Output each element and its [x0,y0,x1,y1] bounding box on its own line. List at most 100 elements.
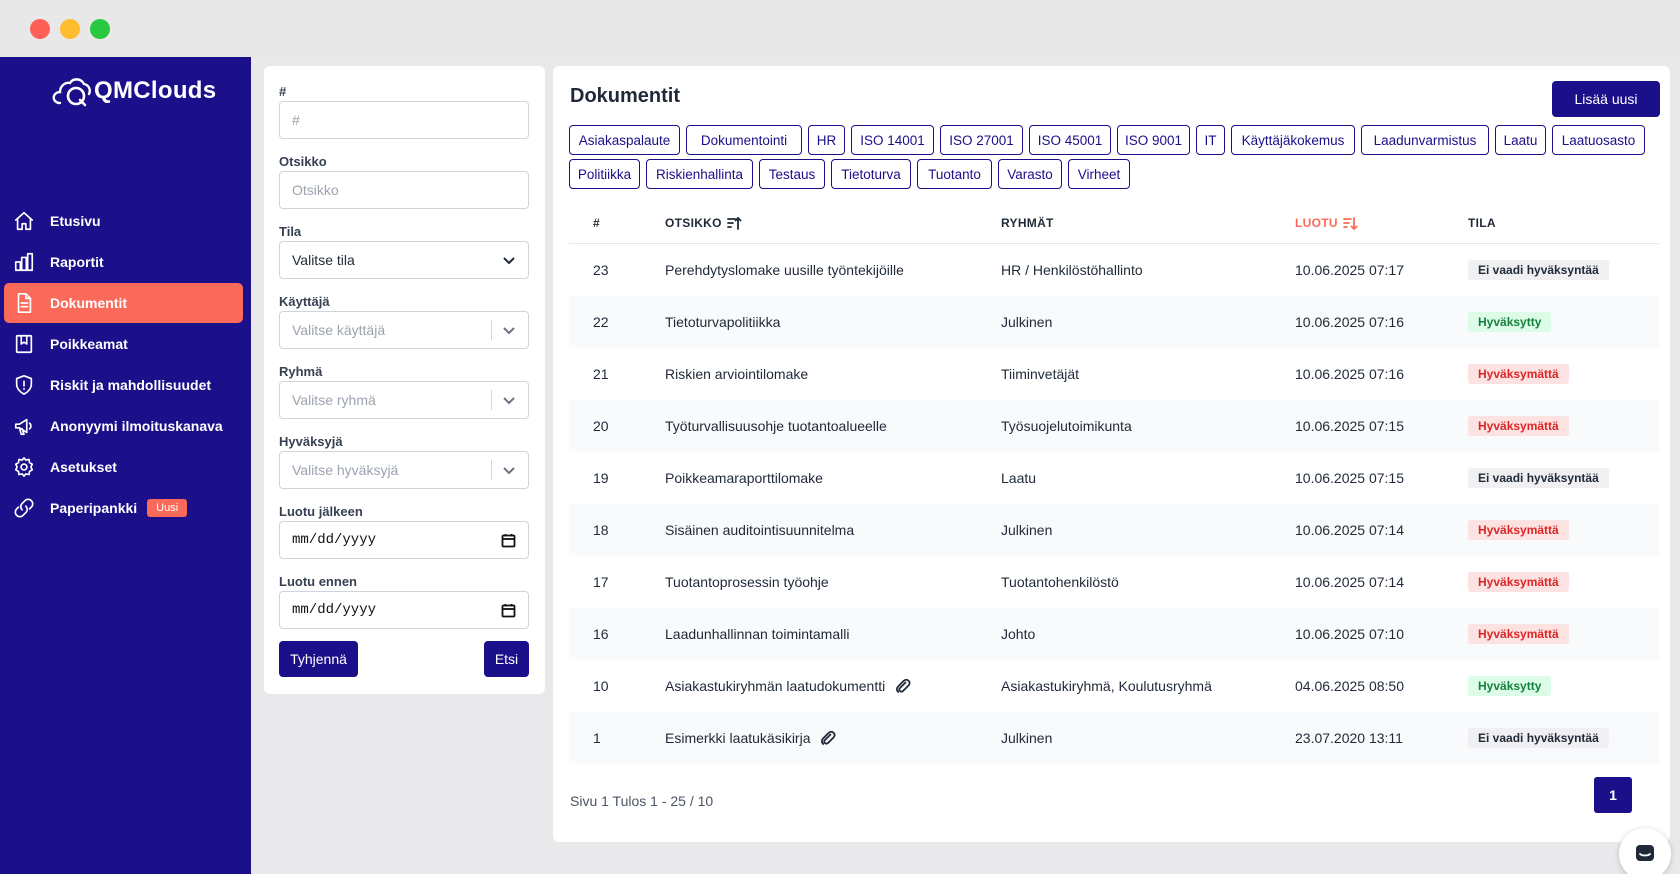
chevron-down-icon [503,257,515,265]
close-window-button[interactable] [30,19,50,39]
tag-chip[interactable]: Tietoturva [831,159,911,189]
chat-widget-button[interactable] [1619,828,1671,874]
cell-created: 10.06.2025 07:10 [1295,626,1404,642]
column-header-title[interactable]: OTSIKKO [665,203,742,243]
search-button[interactable]: Etsi [484,641,529,677]
tag-chip[interactable]: Varasto [998,159,1062,189]
add-new-button[interactable]: Lisää uusi [1552,81,1660,117]
sidebar-item-label: Paperipankki [50,500,138,516]
tag-chip[interactable]: Laadunvarmistus [1361,125,1489,155]
document-title-link[interactable]: Asiakastukiryhmän laatudokumentti [665,678,885,694]
minimize-window-button[interactable] [60,19,80,39]
sidebar-item-poikkeamat[interactable]: Poikkeamat [4,324,243,364]
document-title-link[interactable]: Esimerkki laatukäsikirja [665,730,810,746]
user-filter-select[interactable]: Valitse käyttäjä [279,311,529,349]
sidebar-item-raportit[interactable]: Raportit [4,242,243,282]
tag-chip[interactable]: ISO 9001 [1117,125,1190,155]
sidebar-item-asetukset[interactable]: Asetukset [4,447,243,487]
table-row[interactable]: 16 Laadunhallinnan toimintamalli Johto 10.0… [569,608,1659,660]
cell-title[interactable]: Sisäinen auditointisuunnitelma [665,504,854,556]
cell-title[interactable]: Asiakastukiryhmän laatudokumentti [665,660,911,712]
document-title-link[interactable]: Perehdytyslomake uusille työntekijöille [665,262,904,278]
cell-title[interactable]: Riskien arviointilomake [665,348,808,400]
document-title-link[interactable]: Tuotantoprosessin työohje [665,574,829,590]
approver-filter-select[interactable]: Valitse hyväksyjä [279,451,529,489]
created-before-value: mm/dd/yyyy [292,602,377,618]
column-header-groups[interactable]: RYHMÄT [1001,203,1054,243]
document-title-link[interactable]: Tietoturvapolitiikka [665,314,780,330]
cell-title[interactable]: Perehdytyslomake uusille työntekijöille [665,244,904,296]
calendar-icon[interactable] [501,603,516,618]
tag-chip[interactable]: Testaus [759,159,825,189]
title-filter-input[interactable] [279,171,529,209]
sidebar-item-etusivu[interactable]: Etusivu [4,201,243,241]
document-icon [12,291,36,315]
title-filter-label: Otsikko [279,154,327,169]
select-separator [491,460,492,480]
table-row[interactable]: 1 Esimerkki laatukäsikirja Julkinen 23.07.2… [569,712,1659,764]
status-badge: Hyväksymättä [1468,624,1569,644]
maximize-window-button[interactable] [90,19,110,39]
document-title-link[interactable]: Työturvallisuusohje tuotantoalueelle [665,418,887,434]
cell-title[interactable]: Työturvallisuusohje tuotantoalueelle [665,400,887,452]
sidebar-item-label: Riskit ja mahdollisuudet [50,377,212,393]
column-header-id[interactable]: # [593,203,600,243]
cell-id: 20 [593,418,609,434]
tag-chip[interactable]: Asiakaspalaute [569,125,680,155]
document-title-link[interactable]: Poikkeamaraporttilomake [665,470,823,486]
cell-title[interactable]: Tietoturvapolitiikka [665,296,780,348]
status-badge: Ei vaadi hyväksyntää [1468,728,1609,748]
tag-chip[interactable]: Riskienhallinta [646,159,753,189]
column-header-created[interactable]: LUOTU [1295,203,1358,243]
tag-chip[interactable]: ISO 45001 [1029,125,1111,155]
new-badge: Uusi [147,499,188,517]
table-row[interactable]: 18 Sisäinen auditointisuunnitelma Julkinen… [569,504,1659,556]
sidebar-item-paperipankki[interactable]: Paperipankki Uusi [4,488,243,528]
document-title-link[interactable]: Sisäinen auditointisuunnitelma [665,522,854,538]
table-row[interactable]: 21 Riskien arviointilomake Tiiminvetäjät 10… [569,348,1659,400]
id-filter-input[interactable] [279,101,529,139]
table-row[interactable]: 22 Tietoturvapolitiikka Julkinen 10.06.2025… [569,296,1659,348]
status-filter-label: Tila [279,224,302,239]
document-title-link[interactable]: Riskien arviointilomake [665,366,808,382]
clear-filters-button[interactable]: Tyhjennä [279,641,358,677]
tag-chip[interactable]: Dokumentointi [686,125,802,155]
page-button-1[interactable]: 1 [1594,777,1632,813]
tag-chip[interactable]: HR [808,125,845,155]
cell-title[interactable]: Poikkeamaraporttilomake [665,452,823,504]
tag-chip[interactable]: Tuotanto [917,159,992,189]
cell-title[interactable]: Tuotantoprosessin työohje [665,556,829,608]
table-row[interactable]: 20 Työturvallisuusohje tuotantoalueelle Ty… [569,400,1659,452]
group-filter-select[interactable]: Valitse ryhmä [279,381,529,419]
table-row[interactable]: 17 Tuotantoprosessin työohje Tuotantohenki… [569,556,1659,608]
status-badge: Hyväksymättä [1468,416,1569,436]
tag-chip[interactable]: Laatu [1495,125,1546,155]
cell-title[interactable]: Esimerkki laatukäsikirja [665,712,837,764]
cell-created: 10.06.2025 07:15 [1295,418,1404,434]
sidebar-item-ilmoituskanava[interactable]: Anonyymi ilmoituskanava [4,406,243,446]
table-row[interactable]: 10 Asiakastukiryhmän laatudokumentti Asiak… [569,660,1659,712]
tag-chip[interactable]: ISO 14001 [851,125,934,155]
tag-chip[interactable]: Politiikka [569,159,640,189]
cell-groups: Johto [1001,626,1036,642]
created-before-date-input[interactable]: mm/dd/yyyy [279,591,529,629]
document-title-link[interactable]: Laadunhallinnan toimintamalli [665,626,849,642]
column-header-status[interactable]: TILA [1468,203,1496,243]
approver-filter-label: Hyväksyjä [279,434,343,449]
tag-chip[interactable]: ISO 27001 [940,125,1023,155]
table-row[interactable]: 23 Perehdytyslomake uusille työntekijöill… [569,244,1659,296]
tag-chip[interactable]: IT [1196,125,1225,155]
status-filter-select[interactable]: Valitse tila [279,241,529,279]
sidebar-item-dokumentit[interactable]: Dokumentit [4,283,243,323]
brand-logo[interactable]: QMClouds [52,71,216,111]
sidebar-item-riskit[interactable]: Riskit ja mahdollisuudet [4,365,243,405]
tag-chip[interactable]: Laatuosasto [1552,125,1645,155]
calendar-icon[interactable] [501,533,516,548]
paperclip-icon [821,730,837,745]
cell-title[interactable]: Laadunhallinnan toimintamalli [665,608,849,660]
created-after-date-input[interactable]: mm/dd/yyyy [279,521,529,559]
tag-chip[interactable]: Käyttäjäkokemus [1231,125,1355,155]
cell-created: 10.06.2025 07:16 [1295,366,1404,382]
tag-chip[interactable]: Virheet [1068,159,1130,189]
table-row[interactable]: 19 Poikkeamaraporttilomake Laatu 10.06.2025… [569,452,1659,504]
